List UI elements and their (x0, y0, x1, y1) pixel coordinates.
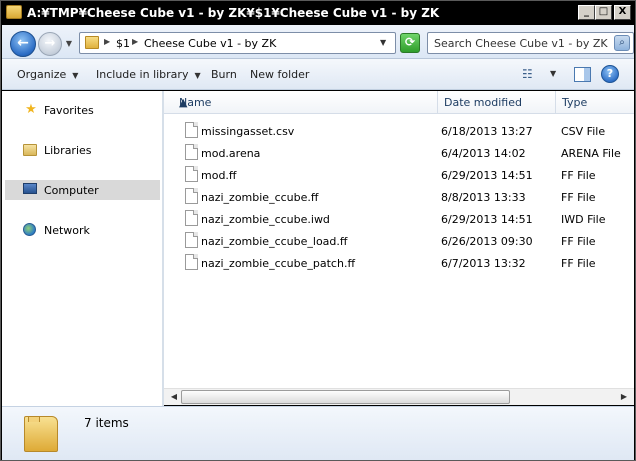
forward-button[interactable]: → (38, 32, 62, 56)
explorer-window: A:¥TMP¥Cheese Cube v1 - by ZK¥$1¥Cheese … (0, 0, 636, 461)
chevron-down-icon[interactable]: ▼ (380, 38, 386, 47)
view-options-icon[interactable]: ☷ (522, 67, 540, 81)
file-type: FF File (561, 191, 596, 204)
sidebar-item-network[interactable]: Network (5, 220, 160, 240)
folder-icon (24, 416, 58, 452)
column-header-name[interactable]: Name ▲ (173, 91, 438, 114)
file-icon (185, 232, 198, 248)
organize-button[interactable]: Organize ▼ (17, 68, 78, 81)
file-row[interactable]: nazi_zombie_ccube_patch.ff 6/7/2013 13:3… (164, 252, 634, 274)
sidebar-item-computer[interactable]: Computer (5, 180, 160, 200)
help-icon[interactable]: ? (601, 65, 619, 83)
details-pane: 7 items (2, 406, 634, 460)
sidebar-item-label: Computer (44, 184, 99, 197)
preview-pane-icon[interactable] (574, 67, 591, 82)
file-name: nazi_zombie_ccube_patch.ff (201, 257, 356, 270)
new-folder-button[interactable]: New folder (250, 68, 309, 81)
file-icon (185, 166, 198, 182)
sidebar-item-favorites[interactable]: ★ Favorites (5, 100, 160, 120)
computer-icon (23, 183, 37, 194)
address-bar[interactable]: ▶ $1 ▶ Cheese Cube v1 - by ZK ▼ (79, 32, 396, 54)
column-header-date-modified[interactable]: Date modified (438, 91, 556, 114)
search-icon[interactable]: ⌕ (614, 35, 630, 51)
file-date-modified: 6/29/2013 14:51 (441, 169, 533, 182)
breadcrumb-item[interactable]: Cheese Cube v1 - by ZK (144, 37, 276, 50)
file-date-modified: 6/18/2013 13:27 (441, 125, 533, 138)
file-icon (185, 122, 198, 138)
close-button[interactable]: X (614, 5, 631, 20)
scroll-left-icon[interactable]: ◀ (166, 390, 182, 404)
search-placeholder: Search Cheese Cube v1 - by ZK (434, 37, 608, 50)
chevron-down-icon[interactable]: ▼ (550, 69, 556, 78)
back-button[interactable]: ← (10, 31, 36, 57)
horizontal-scrollbar[interactable]: ◀ ▶ (164, 388, 634, 405)
file-name: nazi_zombie_ccube_load.ff (201, 235, 348, 248)
file-row[interactable]: mod.arena 6/4/2013 14:02 ARENA File (164, 142, 634, 164)
include-in-library-button[interactable]: Include in library ▼ (96, 68, 201, 81)
file-icon (185, 210, 198, 226)
minimize-button[interactable]: _ (578, 5, 595, 20)
scrollbar-thumb[interactable] (181, 390, 510, 404)
burn-button[interactable]: Burn (211, 68, 237, 81)
navigation-pane (2, 91, 162, 406)
file-date-modified: 6/4/2013 14:02 (441, 147, 526, 160)
scroll-right-icon[interactable]: ▶ (616, 390, 632, 404)
search-input[interactable]: Search Cheese Cube v1 - by ZK ⌕ (427, 32, 634, 54)
sort-ascending-icon: ▲ (179, 96, 188, 109)
recent-pages-chevron-icon[interactable]: ▼ (64, 39, 74, 49)
column-header-type[interactable]: Type (556, 91, 634, 114)
file-name: nazi_zombie_ccube.iwd (201, 213, 330, 226)
chevron-down-icon: ▼ (72, 71, 79, 80)
maximize-button[interactable]: □ (595, 5, 612, 20)
file-name: missingasset.csv (201, 125, 295, 138)
sidebar-item-label: Network (44, 224, 90, 237)
sidebar-item-libraries[interactable]: Libraries (5, 140, 160, 160)
column-header-row: Name ▲ Date modified Type (164, 91, 634, 114)
file-icon (185, 188, 198, 204)
file-row[interactable]: mod.ff 6/29/2013 14:51 FF File (164, 164, 634, 186)
breadcrumb-item[interactable]: $1 (116, 37, 130, 50)
organize-label: Organize (17, 68, 67, 81)
include-in-library-label: Include in library (96, 68, 189, 81)
sidebar-item-label: Favorites (44, 104, 94, 117)
libraries-icon (23, 144, 37, 156)
item-count: 7 items (84, 416, 129, 430)
file-date-modified: 6/29/2013 14:51 (441, 213, 533, 226)
file-name: mod.arena (201, 147, 261, 160)
file-type: FF File (561, 235, 596, 248)
column-header-label: Date modified (444, 96, 522, 109)
file-date-modified: 8/8/2013 13:33 (441, 191, 526, 204)
file-icon (185, 144, 198, 160)
file-date-modified: 6/7/2013 13:32 (441, 257, 526, 270)
file-type: CSV File (561, 125, 606, 138)
file-type: ARENA File (561, 147, 621, 160)
file-date-modified: 6/26/2013 09:30 (441, 235, 533, 248)
file-type: FF File (561, 257, 596, 270)
folder-icon (6, 5, 22, 19)
file-name: nazi_zombie_ccube.ff (201, 191, 319, 204)
file-type: FF File (561, 169, 596, 182)
file-row[interactable]: missingasset.csv 6/18/2013 13:27 CSV Fil… (164, 120, 634, 142)
breadcrumb-chevron-icon[interactable]: ▶ (132, 37, 138, 46)
network-icon (23, 223, 36, 236)
file-row[interactable]: nazi_zombie_ccube_load.ff 6/26/2013 09:3… (164, 230, 634, 252)
title-bar[interactable]: A:¥TMP¥Cheese Cube v1 - by ZK¥$1¥Cheese … (1, 1, 635, 25)
window-title: A:¥TMP¥Cheese Cube v1 - by ZK¥$1¥Cheese … (27, 6, 440, 20)
chevron-down-icon: ▼ (194, 71, 201, 80)
folder-icon (85, 36, 99, 49)
sidebar-item-label: Libraries (44, 144, 92, 157)
file-row[interactable]: nazi_zombie_ccube.ff 8/8/2013 13:33 FF F… (164, 186, 634, 208)
file-type: IWD File (561, 213, 606, 226)
refresh-button[interactable]: ⟳ (400, 33, 420, 53)
column-header-label: Type (562, 96, 588, 109)
file-icon (185, 254, 198, 270)
star-icon: ★ (25, 102, 37, 117)
breadcrumb-chevron-icon[interactable]: ▶ (104, 37, 110, 46)
address-bar-area: ← → ▼ ▶ $1 ▶ Cheese Cube v1 - by ZK ▼ ⟳ … (2, 25, 634, 59)
command-bar: Organize ▼ Include in library ▼ Burn New f… (2, 59, 634, 90)
file-name: mod.ff (201, 169, 237, 182)
file-row[interactable]: nazi_zombie_ccube.iwd 6/29/2013 14:51 IW… (164, 208, 634, 230)
file-list[interactable]: Name ▲ Date modified Type missingasset.c… (164, 91, 634, 388)
